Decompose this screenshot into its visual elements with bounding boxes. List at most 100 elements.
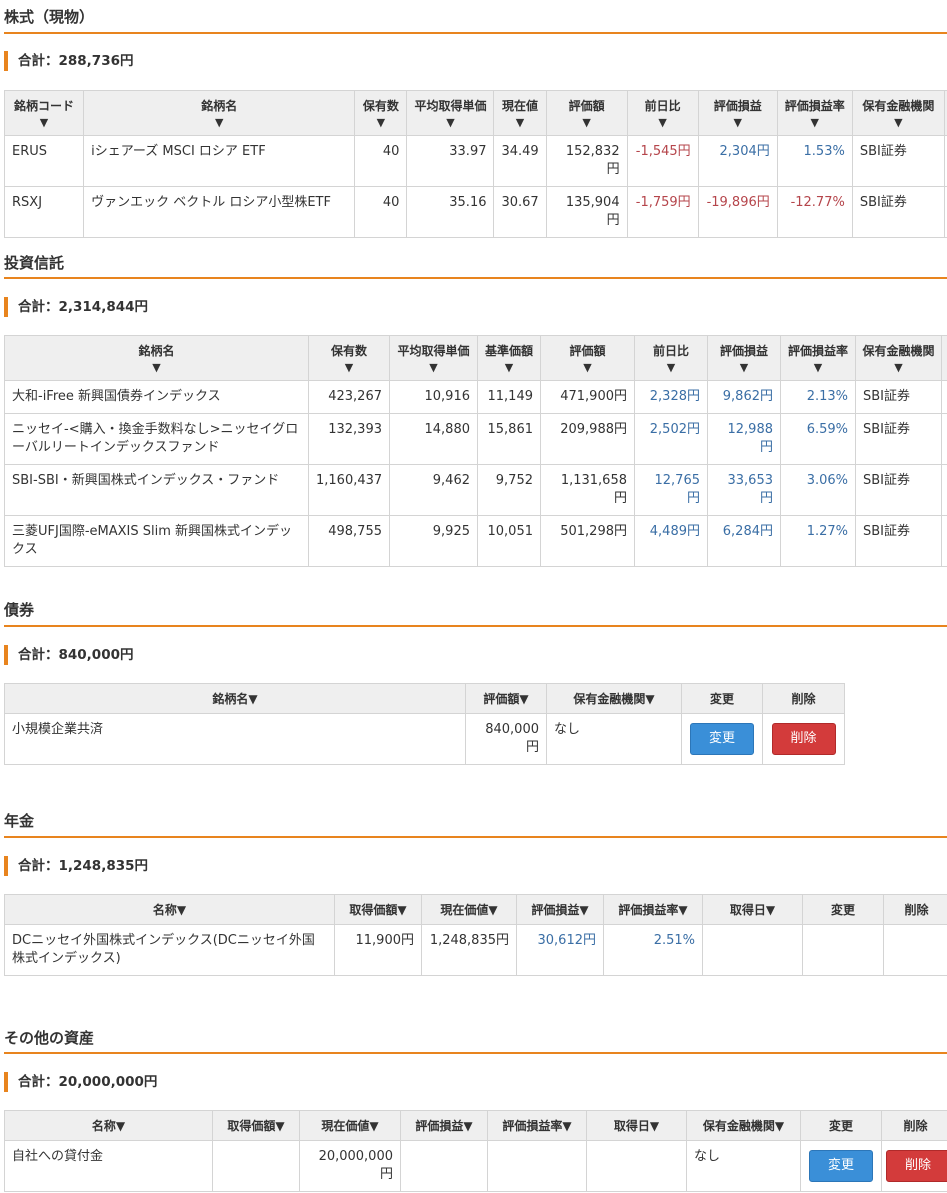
col-header-date[interactable]: 取得日▼ <box>702 894 803 925</box>
funds-table: 銘柄名 ▼ 保有数 ▼ 平均取得単価 ▼ 基準価額 ▼ 評価額 ▼ 前日比 ▼ 評価損益 ▼ … <box>4 335 947 567</box>
cell-price: 30.67 <box>493 186 547 238</box>
col-header-gain-rate[interactable]: 評価損益率▼ <box>603 894 703 925</box>
cell-code: ERUS <box>3 135 85 187</box>
col-header-delete: 削除 <box>883 894 947 925</box>
col-header-nav[interactable]: 基準価額 ▼ <box>477 335 541 381</box>
col-header-value[interactable]: 評価額▼ <box>540 335 635 381</box>
col-header-gain-rate[interactable]: 評価損益率▼ <box>487 1110 587 1141</box>
col-header-name[interactable]: 名称▼ <box>4 894 335 925</box>
table-row: RSXJ ヴァンエック ベクトル ロシア小型株ETF 40 35.16 30.6… <box>3 186 947 238</box>
sort-arrow-icon[interactable]: ▼ <box>86 116 352 130</box>
col-header-gain-rate[interactable]: 評価損益率▼ <box>780 335 856 381</box>
col-header-day-change[interactable]: 前日比 ▼ <box>634 335 708 381</box>
section-divider <box>4 625 947 627</box>
col-header-date[interactable]: 取得日▼ <box>586 1110 687 1141</box>
cell-name: iシェアーズ MSCI ロシア ETF <box>83 135 356 187</box>
cell-gain: 12,988円 <box>707 413 781 465</box>
cell-name: ヴァンエック ベクトル ロシア小型株ETF <box>83 186 356 238</box>
col-header-price[interactable]: 現在値 ▼ <box>493 90 547 136</box>
sort-arrow-icon[interactable]: ▼ <box>630 116 696 130</box>
cell-extra <box>941 464 947 516</box>
col-header-extra <box>941 335 947 381</box>
col-header-name[interactable]: 銘柄名▼ <box>4 683 466 714</box>
cell-avg-cost: 10,916 <box>389 380 478 414</box>
sort-arrow-icon[interactable]: ▼ <box>710 361 778 375</box>
sort-arrow-icon[interactable]: ▼ <box>311 361 387 375</box>
col-header-quantity[interactable]: 保有数 ▼ <box>354 90 408 136</box>
col-header-institution[interactable]: 保有金融機関▼ <box>855 335 942 381</box>
col-header-code[interactable]: 銘柄コード ▼ <box>3 90 85 136</box>
col-header-institution[interactable]: 保有金融機関▼ <box>851 90 945 136</box>
cell-gain: 6,284円 <box>707 515 781 567</box>
col-header-avg-cost[interactable]: 平均取得単価 ▼ <box>389 335 478 381</box>
col-header-day-change[interactable]: 前日比 ▼ <box>626 90 699 136</box>
sort-arrow-icon[interactable]: ▼ <box>549 116 625 130</box>
sort-arrow-icon[interactable]: ▼ <box>780 116 850 130</box>
cell-extra <box>941 380 947 414</box>
table-row: ERUS iシェアーズ MSCI ロシア ETF 40 33.97 34.49 … <box>3 135 947 187</box>
section-total: 合計：20,000,000円 <box>4 1072 157 1092</box>
cell-name: DCニッセイ外国株式インデックス(DCニッセイ外国株式インデックス) <box>4 924 335 976</box>
cell-nav: 11,149 <box>477 380 541 414</box>
section-total: 合計：840,000円 <box>4 645 134 665</box>
cell-nav: 9,752 <box>477 464 541 516</box>
col-header-institution[interactable]: 保有金融機関▼ <box>686 1110 801 1141</box>
col-header-edit: 変更 <box>681 683 763 714</box>
col-header-gain[interactable]: 評価損益▼ <box>516 894 604 925</box>
edit-button[interactable]: 変更 <box>690 723 754 755</box>
cell-day-change: -1,545円 <box>626 135 699 187</box>
cell-date <box>586 1140 687 1192</box>
cell-day-change: 2,328円 <box>634 380 708 414</box>
cell-quantity: 1,160,437 <box>308 464 390 516</box>
col-header-gain-rate[interactable]: 評価損益率▼ <box>776 90 853 136</box>
col-header-cost[interactable]: 取得価額▼ <box>212 1110 300 1141</box>
cell-value: 840,000円 <box>465 713 547 765</box>
sort-arrow-icon[interactable]: ▼ <box>7 361 306 375</box>
sort-arrow-icon[interactable]: ▼ <box>480 361 538 375</box>
sort-arrow-icon[interactable]: ▼ <box>855 116 942 130</box>
col-header-current[interactable]: 現在価値▼ <box>421 894 517 925</box>
col-header-gain[interactable]: 評価損益▼ <box>400 1110 488 1141</box>
delete-button[interactable]: 削除 <box>886 1150 947 1182</box>
edit-button[interactable]: 変更 <box>809 1150 873 1182</box>
cell-quantity: 498,755 <box>308 515 390 567</box>
cell-edit <box>802 924 884 976</box>
sort-arrow-icon[interactable]: ▼ <box>543 361 632 375</box>
sort-arrow-icon[interactable]: ▼ <box>496 116 543 130</box>
cell-extra <box>941 413 947 465</box>
col-header-name[interactable]: 名称▼ <box>4 1110 213 1141</box>
cell-avg-cost: 14,880 <box>389 413 478 465</box>
col-header-cost[interactable]: 取得価額▼ <box>334 894 422 925</box>
cell-gain-rate: -12.77% <box>776 186 853 238</box>
sort-arrow-icon[interactable]: ▼ <box>357 116 404 130</box>
cell-gain-rate: 2.13% <box>780 380 856 414</box>
sort-arrow-icon[interactable]: ▼ <box>701 116 775 130</box>
cell-code: RSXJ <box>3 186 85 238</box>
cell-gain: 33,653円 <box>707 464 781 516</box>
bonds-table: 銘柄名▼ 評価額▼ 保有金融機関▼ 変更 削除 小規模企業共済 840,000円… <box>4 683 845 765</box>
col-header-gain[interactable]: 評価損益▼ <box>707 335 781 381</box>
col-header-avg-cost[interactable]: 平均取得単価 ▼ <box>406 90 495 136</box>
col-header-quantity[interactable]: 保有数 ▼ <box>308 335 390 381</box>
col-header-institution[interactable]: 保有金融機関▼ <box>546 683 682 714</box>
sort-arrow-icon[interactable]: ▼ <box>409 116 491 130</box>
delete-button[interactable]: 削除 <box>771 723 836 755</box>
col-header-value[interactable]: 評価額▼ <box>465 683 547 714</box>
cell-institution: SBI証券 <box>851 186 945 238</box>
sort-arrow-icon[interactable]: ▼ <box>783 361 853 375</box>
col-header-name[interactable]: 銘柄名▼ <box>83 90 356 136</box>
section-divider <box>4 1052 947 1054</box>
cell-quantity: 40 <box>354 135 408 187</box>
cell-current: 1,248,835円 <box>421 924 517 976</box>
sort-arrow-icon[interactable]: ▼ <box>858 361 939 375</box>
sort-arrow-icon[interactable]: ▼ <box>637 361 705 375</box>
sort-arrow-icon[interactable]: ▼ <box>392 361 475 375</box>
sort-arrow-icon[interactable]: ▼ <box>7 116 81 130</box>
col-header-gain[interactable]: 評価損益▼ <box>697 90 778 136</box>
cell-quantity: 40 <box>354 186 408 238</box>
col-header-value[interactable]: 評価額▼ <box>545 90 628 136</box>
col-header-name[interactable]: 銘柄名▼ <box>4 335 309 381</box>
col-header-current[interactable]: 現在価値▼ <box>299 1110 401 1141</box>
cell-institution: なし <box>546 713 682 765</box>
cell-institution: SBI証券 <box>855 464 942 516</box>
